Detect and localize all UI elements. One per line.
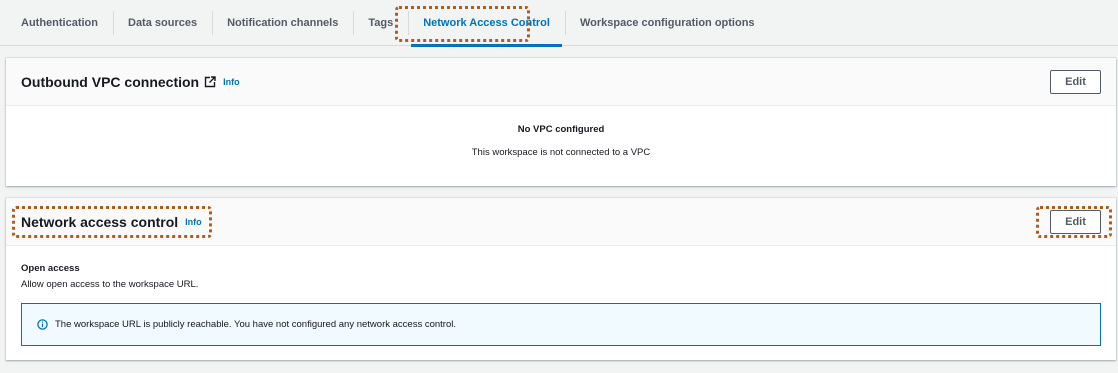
- external-link-icon[interactable]: [204, 75, 216, 88]
- tab-workspace-configuration-options[interactable]: Workspace configuration options: [564, 0, 770, 46]
- network-access-control-panel: Network access control Info Edit Open ac…: [6, 198, 1116, 360]
- nac-info-link[interactable]: Info: [185, 217, 202, 227]
- vpc-panel-header: Outbound VPC connection Info Edit: [6, 58, 1116, 106]
- nac-panel-header: Network access control Info Edit: [6, 198, 1116, 246]
- alert-text: The workspace URL is publicly reachable.…: [55, 319, 456, 330]
- nac-edit-button[interactable]: Edit: [1050, 209, 1101, 234]
- vpc-panel-title: Outbound VPC connection: [21, 73, 200, 90]
- info-alert: The workspace URL is publicly reachable.…: [21, 303, 1101, 346]
- tab-network-access-control[interactable]: Network Access Control: [408, 0, 565, 47]
- vpc-connection-panel: Outbound VPC connection Info Edit No VPC…: [6, 58, 1116, 186]
- tab-authentication[interactable]: Authentication: [0, 0, 113, 46]
- vpc-empty-description: This workspace is not connected to a VPC: [471, 147, 651, 158]
- vpc-edit-button[interactable]: Edit: [1050, 69, 1101, 94]
- vpc-empty-title: No VPC configured: [517, 124, 605, 135]
- vpc-empty-state: No VPC configured This workspace is not …: [6, 106, 1116, 186]
- nac-body: Open access Allow open access to the wor…: [6, 246, 1116, 360]
- tab-tags[interactable]: Tags: [353, 0, 408, 46]
- info-circle-icon: [37, 319, 48, 330]
- tab-notification-channels[interactable]: Notification channels: [212, 0, 353, 46]
- open-access-description: Allow open access to the workspace URL.: [21, 279, 199, 290]
- vpc-info-link[interactable]: Info: [223, 77, 240, 87]
- tab-data-sources[interactable]: Data sources: [113, 0, 212, 46]
- tab-bar: Authentication Data sources Notification…: [0, 0, 1118, 47]
- open-access-title: Open access: [21, 263, 80, 274]
- nac-panel-title: Network access control: [21, 213, 179, 230]
